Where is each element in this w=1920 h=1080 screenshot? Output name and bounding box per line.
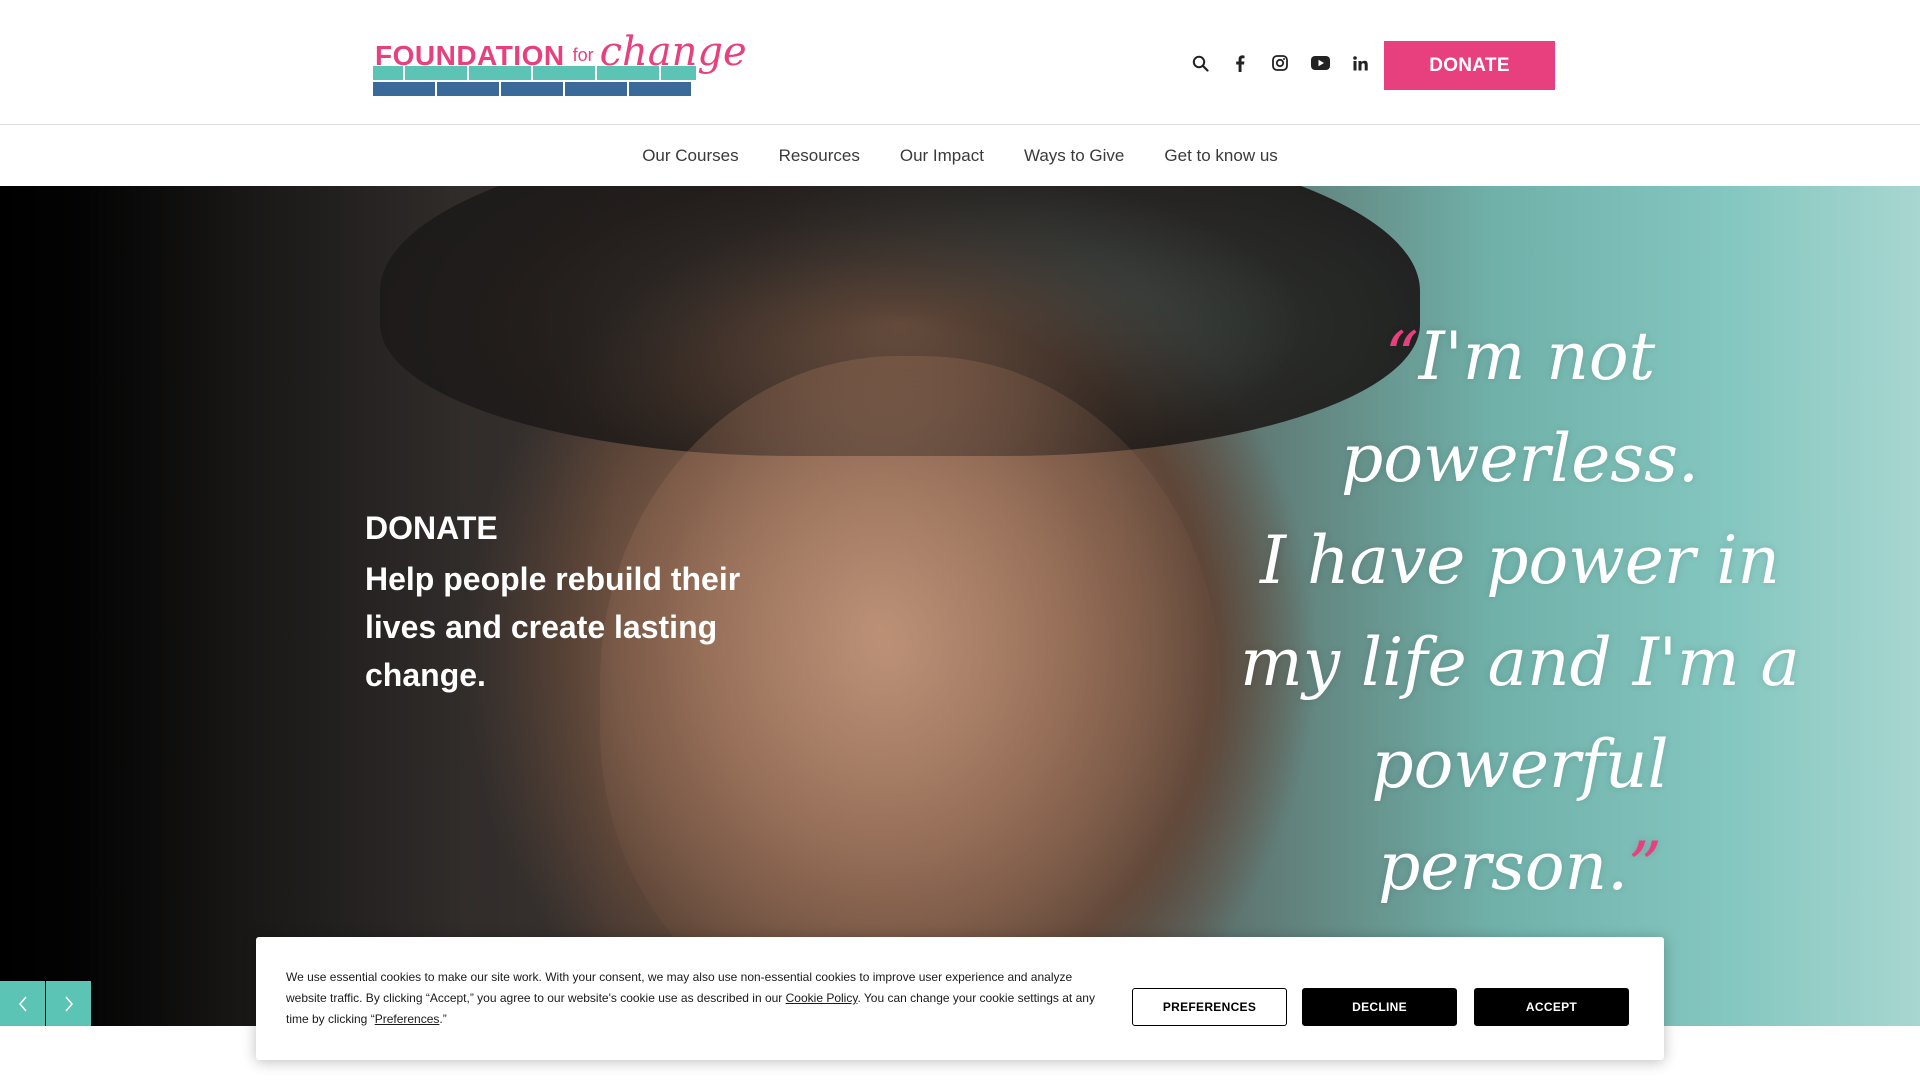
slider-arrows	[0, 981, 92, 1026]
donate-button[interactable]: DONATE	[1384, 41, 1555, 90]
nav-item-resources[interactable]: Resources	[779, 146, 860, 166]
nav-item-ways-to-give[interactable]: Ways to Give	[1024, 146, 1124, 166]
cookie-message: We use essential cookies to make our sit…	[286, 970, 1095, 1026]
facebook-icon[interactable]	[1220, 50, 1260, 76]
slider-next-button[interactable]	[46, 981, 91, 1026]
nav-item-our-impact[interactable]: Our Impact	[900, 146, 984, 166]
quote-line: I have power in	[1260, 522, 1780, 599]
main-navigation: Our Courses Resources Our Impact Ways to…	[0, 126, 1920, 186]
nav-item-get-to-know-us[interactable]: Get to know us	[1164, 146, 1277, 166]
slider-prev-button[interactable]	[0, 981, 45, 1026]
preferences-link[interactable]: Preferences	[375, 1012, 440, 1026]
site-logo[interactable]: FOUNDATION for change	[373, 24, 747, 98]
hero-headline: DONATE Help people rebuild their lives a…	[365, 509, 785, 699]
instagram-icon[interactable]	[1260, 50, 1300, 76]
decline-button[interactable]: DECLINE	[1302, 988, 1457, 1026]
chevron-left-icon	[18, 996, 27, 1011]
search-icon[interactable]	[1180, 50, 1220, 76]
preferences-button[interactable]: PREFERENCES	[1132, 988, 1287, 1026]
hero-kicker: DONATE	[365, 510, 498, 546]
quote-line: my life and I'm a	[1240, 624, 1800, 701]
nav-item-our-courses[interactable]: Our Courses	[642, 146, 738, 166]
linkedin-icon[interactable]	[1340, 50, 1380, 76]
logo-for-text: for	[572, 45, 594, 65]
chevron-right-icon	[64, 996, 73, 1011]
cookie-consent-banner: We use essential cookies to make our sit…	[256, 937, 1664, 1060]
hero-quote: “I'm not powerless. I have power in my l…	[1200, 306, 1840, 918]
hero-slider: DONATE Help people rebuild their lives a…	[0, 186, 1920, 1026]
youtube-icon[interactable]	[1300, 50, 1340, 76]
quote-open-mark: “	[1384, 318, 1419, 395]
cookie-policy-link[interactable]: Cookie Policy	[786, 991, 858, 1005]
quote-line: person.”	[1378, 828, 1662, 905]
site-header: FOUNDATION for change DONATE	[0, 0, 1920, 125]
accept-button[interactable]: ACCEPT	[1474, 988, 1629, 1026]
quote-close-mark: ”	[1628, 828, 1662, 905]
hero-title: Help people rebuild their lives and crea…	[365, 561, 741, 694]
quote-line: powerful	[1371, 726, 1669, 803]
logo-bricks-graphic	[373, 66, 696, 98]
header-icon-group	[1180, 50, 1380, 76]
quote-line: powerless.	[1341, 420, 1699, 497]
quote-line: “I'm not	[1384, 318, 1656, 395]
